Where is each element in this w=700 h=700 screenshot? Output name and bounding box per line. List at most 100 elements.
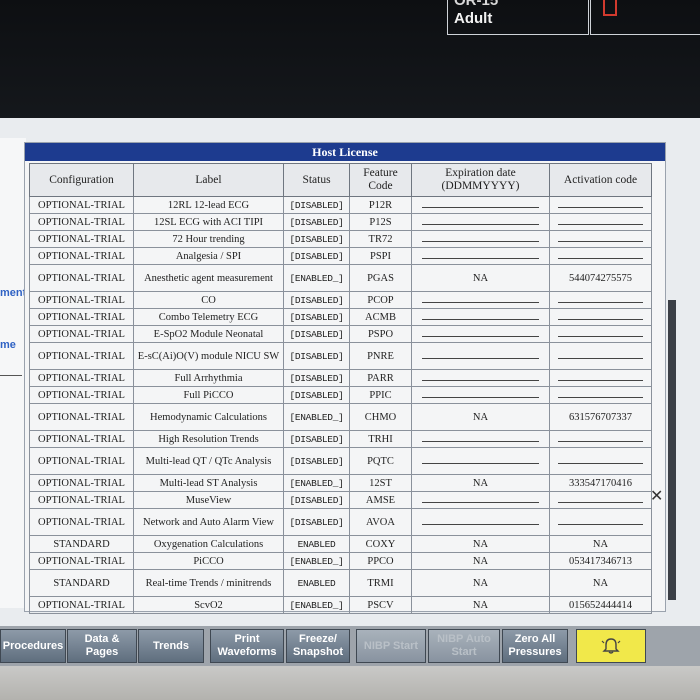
row-label: Hemodynamic Calculations	[133, 403, 284, 431]
row-status: [DISABLED]	[283, 196, 350, 214]
blank-line	[421, 389, 540, 398]
table-row[interactable]: OPTIONAL-TRIAL PiCCO [ENABLED_] PPCO NA 05341…	[29, 552, 652, 570]
blank-line	[421, 494, 540, 503]
row-status: [DISABLED]	[283, 430, 350, 448]
row-activation-code	[549, 430, 652, 448]
row-status: [ENABLED_]	[283, 403, 350, 431]
table-row[interactable]: OPTIONAL-TRIAL 12RL 12-lead ECG [DISABLED]…	[29, 196, 652, 214]
row-expiration: NA	[411, 403, 550, 431]
table-row[interactable]: OPTIONAL-TRIAL Multi-lead QT / QTc Analys…	[29, 447, 652, 475]
table-row[interactable]: OPTIONAL-TRIAL MuseView [DISABLED] AMSE	[29, 491, 652, 509]
table-row[interactable]: OPTIONAL-TRIAL Analgesia / SPI [DISABLED] P…	[29, 247, 652, 265]
nibp-auto-start-button[interactable]: NIBP Auto Start	[428, 629, 500, 663]
row-activation-code	[549, 386, 652, 404]
blank-line	[557, 199, 644, 208]
trends-button[interactable]: Trends	[138, 629, 204, 663]
table-row[interactable]: OPTIONAL-TRIAL Full Arrhythmia [DISABLED] P…	[29, 369, 652, 387]
procedures-button[interactable]: Procedures	[0, 629, 66, 663]
data-pages-button[interactable]: Data & Pages	[67, 629, 137, 663]
row-configuration: STANDARD	[29, 569, 134, 597]
row-feature-code: PPCO	[349, 552, 412, 570]
table-row[interactable]: OPTIONAL-TRIAL Full PiCCO [DISABLED] PPIC	[29, 386, 652, 404]
row-configuration: OPTIONAL-TRIAL	[29, 491, 134, 509]
table-row[interactable]: OPTIONAL-TRIAL Multi-lead ST Analysis [ENA…	[29, 474, 652, 492]
alarm-indicator-box	[590, 0, 700, 35]
alarm-marker-icon	[603, 0, 617, 16]
row-activation-code	[549, 491, 652, 509]
table-row[interactable]: OPTIONAL-TRIAL E-SpO2 Module Neonatal [DIS…	[29, 325, 652, 343]
row-feature-code: TRHI	[349, 430, 412, 448]
row-configuration: OPTIONAL-TRIAL	[29, 213, 134, 231]
row-activation-code	[549, 308, 652, 326]
row-status: [ENABLED_]	[283, 596, 350, 614]
row-status: [DISABLED]	[283, 491, 350, 509]
side-menu-item-1[interactable]: ment	[0, 287, 26, 299]
row-expiration	[411, 196, 550, 214]
blank-line	[557, 372, 644, 381]
blank-line	[557, 311, 644, 320]
col-header-feature-code: Feature Code	[349, 163, 412, 197]
row-activation-code	[549, 196, 652, 214]
vertical-scrollbar[interactable]	[668, 300, 676, 600]
table-row[interactable]: OPTIONAL-TRIAL 12SL ECG with ACI TIPI [DIS…	[29, 213, 652, 231]
print-waveforms-button[interactable]: Print Waveforms	[210, 629, 284, 663]
row-expiration: NA	[411, 552, 550, 570]
side-menu-item-2[interactable]: me	[0, 339, 16, 351]
row-status: [DISABLED]	[283, 291, 350, 309]
row-expiration	[411, 430, 550, 448]
row-expiration: NA	[411, 596, 550, 614]
alarm-silence-button[interactable]	[576, 629, 646, 663]
row-activation-code: 333547170416	[549, 474, 652, 492]
patient-category-box[interactable]: OR-15 Adult	[447, 0, 589, 35]
row-status: [DISABLED]	[283, 369, 350, 387]
blank-line	[421, 516, 540, 525]
table-row[interactable]: OPTIONAL-TRIAL 72 Hour trending [DISABLED]…	[29, 230, 652, 248]
row-activation-code	[549, 247, 652, 265]
row-label: Network and Auto Alarm View	[133, 508, 284, 536]
row-feature-code: PCOP	[349, 291, 412, 309]
blank-line	[421, 311, 540, 320]
row-feature-code: AMSE	[349, 491, 412, 509]
blank-line	[421, 199, 540, 208]
row-label: CO	[133, 291, 284, 309]
table-row[interactable]: OPTIONAL-TRIAL ScvO2 [ENABLED_] PSCV NA 01565…	[29, 596, 652, 614]
row-label: 72 Hour trending	[133, 230, 284, 248]
row-expiration	[411, 247, 550, 265]
row-activation-code: 015652444414	[549, 596, 652, 614]
row-configuration: OPTIONAL-TRIAL	[29, 230, 134, 248]
row-label: Combo Telemetry ECG	[133, 308, 284, 326]
table-row[interactable]: OPTIONAL-TRIAL High Resolution Trends [DIS…	[29, 430, 652, 448]
zero-all-pressures-button[interactable]: Zero All Pressures	[502, 629, 568, 663]
side-divider	[0, 375, 22, 376]
freeze-snapshot-button[interactable]: Freeze/ Snapshot	[286, 629, 350, 663]
row-label: Multi-lead QT / QTc Analysis	[133, 447, 284, 475]
close-icon[interactable]: ✕	[650, 486, 663, 505]
table-row[interactable]: OPTIONAL-TRIAL E-sC(Ai)O(V) module NICU S…	[29, 342, 652, 370]
row-label: E-SpO2 Module Neonatal	[133, 325, 284, 343]
table-row[interactable]: STANDARD Oxygenation Calculations ENABLED C…	[29, 535, 652, 553]
row-expiration	[411, 342, 550, 370]
blank-line	[421, 250, 540, 259]
row-label: Full PiCCO	[133, 386, 284, 404]
col-header-status: Status	[283, 163, 350, 197]
row-status: ENABLED	[283, 535, 350, 553]
blank-line	[557, 433, 644, 442]
row-configuration: OPTIONAL-TRIAL	[29, 369, 134, 387]
table-row[interactable]: OPTIONAL-TRIAL Hemodynamic Calculations [E…	[29, 403, 652, 431]
row-expiration: NA	[411, 535, 550, 553]
patient-category-label: Adult	[454, 10, 493, 27]
row-configuration: OPTIONAL-TRIAL	[29, 508, 134, 536]
row-configuration: OPTIONAL-TRIAL	[29, 386, 134, 404]
row-activation-code	[549, 325, 652, 343]
table-row[interactable]: OPTIONAL-TRIAL Combo Telemetry ECG [DISABL…	[29, 308, 652, 326]
row-expiration	[411, 308, 550, 326]
row-label: Multi-lead ST Analysis	[133, 474, 284, 492]
table-row[interactable]: STANDARD Real-time Trends / minitrends ENA…	[29, 569, 652, 597]
table-row[interactable]: OPTIONAL-TRIAL CO [DISABLED] PCOP	[29, 291, 652, 309]
nibp-start-button[interactable]: NIBP Start	[356, 629, 426, 663]
table-row[interactable]: OPTIONAL-TRIAL Network and Auto Alarm Vie…	[29, 508, 652, 536]
row-activation-code	[549, 230, 652, 248]
blank-line	[421, 233, 540, 242]
blank-line	[557, 250, 644, 259]
table-row[interactable]: OPTIONAL-TRIAL Anesthetic agent measureme…	[29, 264, 652, 292]
